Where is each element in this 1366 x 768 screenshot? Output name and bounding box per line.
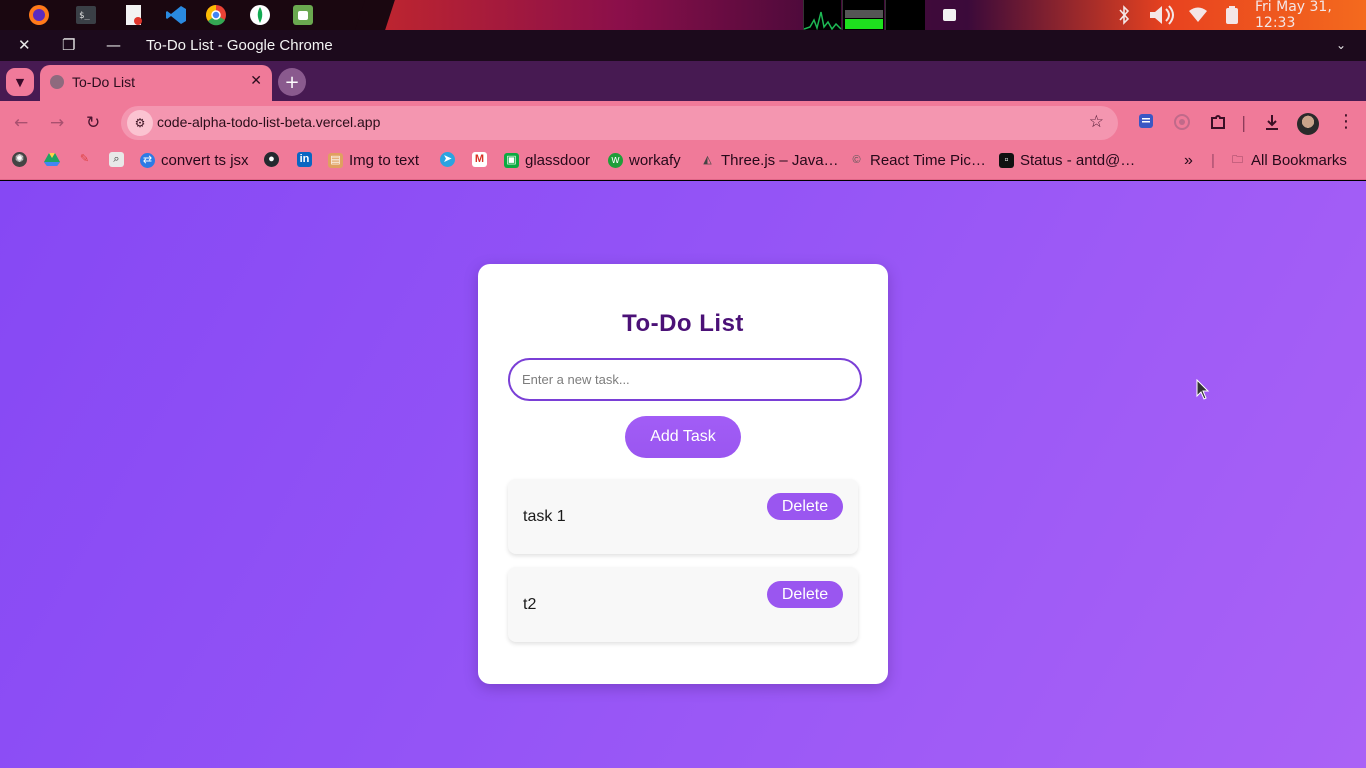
delete-task-button[interactable]: Delete <box>767 493 843 520</box>
toolbar-divider: | <box>1241 113 1247 132</box>
battery-icon[interactable] <box>1225 0 1239 30</box>
wifi-icon[interactable] <box>1188 0 1208 30</box>
terminal-icon[interactable]: $_ <box>75 4 97 26</box>
google-drive-bookmark-icon[interactable] <box>44 152 60 166</box>
todo-card: To-Do List Add Task task 1 Delete t2 Del… <box>478 264 888 684</box>
os-taskbar: $_ Fri May 31, 12:33 <box>0 0 1366 30</box>
bookmark-workafy[interactable]: w workafy <box>608 152 681 169</box>
tab-search-button[interactable]: ▼ <box>6 68 34 96</box>
address-bar[interactable]: ⚙ code-alpha-todo-list-beta.vercel.app ☆ <box>121 106 1118 140</box>
mongodb-icon[interactable] <box>249 4 271 26</box>
telegram-bookmark-icon[interactable]: ➤ <box>440 152 461 167</box>
notes-icon[interactable] <box>942 0 958 30</box>
bookmarks-bar: ✺ ✎ ⌕ ⇄ convert ts jsx ● in ▤ Img to text … <box>0 145 1366 180</box>
memory-monitor <box>842 0 884 30</box>
task-input[interactable] <box>508 358 862 401</box>
mouse-cursor-icon <box>1196 379 1210 400</box>
text-editor-icon[interactable] <box>123 4 145 26</box>
firefox-icon[interactable] <box>28 4 50 26</box>
chrome-icon[interactable] <box>205 4 227 26</box>
gmail-bookmark-icon[interactable]: M <box>472 152 493 167</box>
url-text[interactable]: code-alpha-todo-list-beta.vercel.app <box>157 114 380 130</box>
bookmarks-divider: | <box>1211 152 1215 169</box>
bookmark-img-to-text[interactable]: ▤ Img to text <box>328 152 419 169</box>
browser-toolbar: ← → ↻ ⚙ code-alpha-todo-list-beta.vercel… <box>0 101 1366 145</box>
site-info-icon[interactable]: ⚙ <box>127 110 153 136</box>
extension-target-icon[interactable] <box>1173 113 1191 135</box>
bluetooth-icon[interactable] <box>1116 0 1132 30</box>
task-item: t2 Delete <box>508 567 858 642</box>
close-window-icon[interactable]: ✕ <box>18 36 31 54</box>
all-bookmarks[interactable]: 🗀 All Bookmarks <box>1230 152 1347 169</box>
restore-window-icon[interactable]: ❐ <box>62 36 75 54</box>
bookmark-star-icon[interactable]: ☆ <box>1089 112 1104 132</box>
vscode-icon[interactable] <box>165 4 187 26</box>
close-icon[interactable]: ✕ <box>250 73 262 89</box>
add-task-button[interactable]: Add Task <box>625 416 741 458</box>
bookmark-convert-ts-jsx[interactable]: ⇄ convert ts jsx <box>140 152 249 169</box>
clock[interactable]: Fri May 31, 12:33 <box>1255 0 1366 30</box>
task-text: t2 <box>523 596 537 613</box>
task-item: task 1 Delete <box>508 479 858 554</box>
volume-icon[interactable] <box>1148 0 1178 30</box>
tab-title: To-Do List <box>72 74 136 90</box>
linkedin-bookmark-icon[interactable]: in <box>297 152 318 167</box>
page-background: To-Do List Add Task task 1 Delete t2 Del… <box>0 181 1366 768</box>
reload-icon[interactable]: ↻ <box>86 113 100 133</box>
svg-text:$_: $_ <box>79 11 90 21</box>
bookmark-react-time-picker[interactable]: © React Time Pic… <box>849 152 985 169</box>
extensions-puzzle-icon[interactable] <box>1209 113 1227 135</box>
forward-icon[interactable]: → <box>50 113 64 133</box>
profile-avatar[interactable] <box>1297 113 1319 135</box>
page-title: To-Do List <box>622 310 744 337</box>
more-bookmarks-icon[interactable]: » <box>1184 152 1193 170</box>
android-icon[interactable] <box>292 4 314 26</box>
minimize-window-icon[interactable]: — <box>106 36 121 54</box>
screen: $_ Fri May 31, 12:33 ✕ ❐ — To-Do List - … <box>0 0 1366 768</box>
task-text: task 1 <box>523 508 566 525</box>
bookmark-threejs[interactable]: ◭ Three.js – Java… <box>700 152 838 169</box>
github-bookmark-icon[interactable]: ● <box>264 152 285 167</box>
back-icon[interactable]: ← <box>14 113 28 133</box>
delete-task-button[interactable]: Delete <box>767 581 843 608</box>
download-icon[interactable] <box>1263 113 1281 135</box>
network-monitor <box>885 0 925 30</box>
menu-kebab-icon[interactable]: ⋮ <box>1337 111 1355 132</box>
window-title: To-Do List - Google Chrome <box>146 37 333 54</box>
chatgpt-bookmark-icon[interactable]: ✺ <box>12 152 33 167</box>
window-titlebar: ✕ ❐ — To-Do List - Google Chrome ⌄ <box>0 30 1366 61</box>
chevron-down-icon[interactable]: ⌄ <box>1336 38 1346 52</box>
search-bookmark-icon[interactable]: ⌕ <box>109 152 130 167</box>
bookmark-status-antd[interactable]: ▫ Status - antd@… <box>999 152 1135 169</box>
new-tab-button[interactable]: + <box>278 68 306 96</box>
reading-list-icon[interactable] <box>1138 113 1154 133</box>
pencil-bookmark-icon[interactable]: ✎ <box>77 152 98 167</box>
tab-todo[interactable]: To-Do List ✕ <box>40 65 272 101</box>
cpu-monitor <box>803 0 842 30</box>
globe-icon <box>50 75 64 89</box>
bookmark-glassdoor[interactable]: ▣ glassdoor <box>504 152 590 169</box>
tab-strip: ▼ To-Do List ✕ + <box>0 61 1366 101</box>
